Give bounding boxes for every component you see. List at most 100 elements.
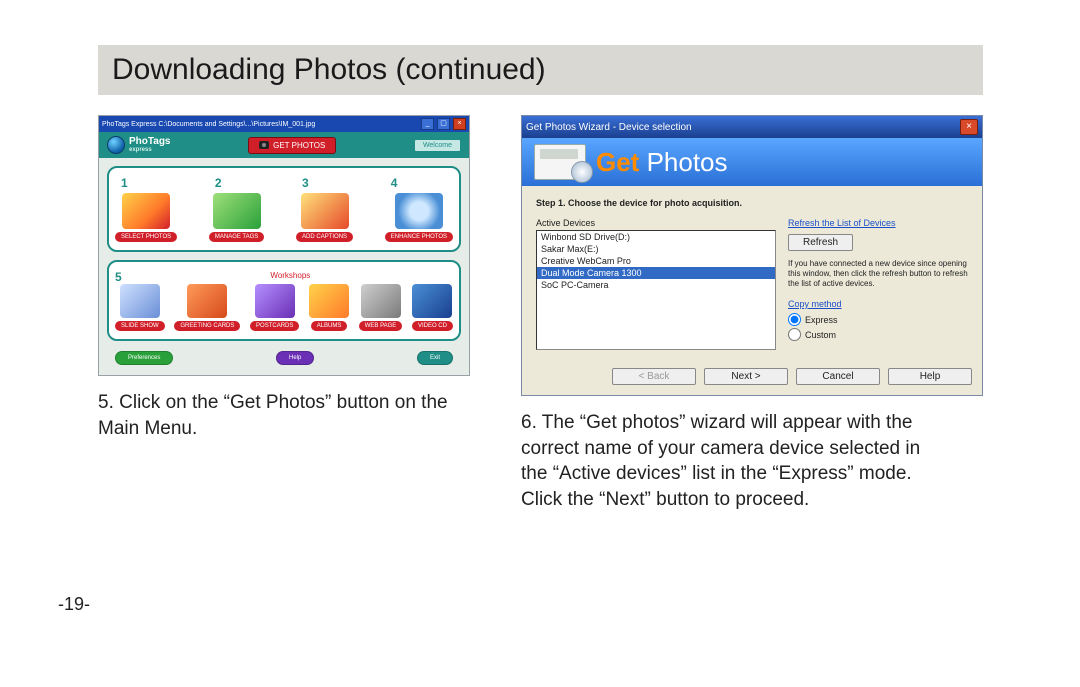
tile-number: 4 [391, 176, 398, 190]
workshop-tile[interactable]: POSTCARDS [250, 284, 299, 331]
left-column: PhoTags Express C:\Documents and Setting… [98, 115, 481, 513]
left-caption: 5. Click on the “Get Photos” button on t… [98, 390, 481, 441]
active-devices-label: Active Devices [536, 218, 774, 228]
tile-label: SLIDE SHOW [115, 321, 165, 331]
next-button[interactable]: Next > [704, 368, 788, 385]
logo-text-1: PhoTags [129, 137, 170, 147]
minimize-icon[interactable]: _ [421, 118, 434, 130]
tile-icon [255, 284, 295, 318]
back-button[interactable]: < Back [612, 368, 696, 385]
banner-title: Get Photos [596, 147, 728, 178]
banner-get: Get [596, 147, 639, 177]
tile-label: VIDEO CD [412, 321, 453, 331]
device-list-item[interactable]: Creative WebCam Pro [537, 255, 775, 267]
page-title-bar: Downloading Photos (continued) [98, 45, 983, 95]
phostags-logo: PhoTags express [107, 136, 170, 154]
menu-tile[interactable]: 3 ADD CAPTIONS [296, 176, 353, 242]
right-caption: 6. The “Get photos” wizard will appear w… [521, 410, 941, 513]
tile-icon [361, 284, 401, 318]
content-columns: PhoTags Express C:\Documents and Setting… [98, 115, 983, 513]
cancel-button[interactable]: Cancel [796, 368, 880, 385]
tile-number: 3 [302, 176, 309, 190]
preferences-button[interactable]: Preferences [115, 351, 173, 365]
tile-number: 2 [215, 176, 222, 190]
tile-label: SELECT PHOTOS [115, 232, 177, 242]
tile-label: ALBUMS [311, 321, 348, 331]
copy-method-group: Copy method Express Custom [788, 299, 968, 341]
tile-icon [301, 193, 349, 229]
workshop-tile[interactable]: VIDEO CD [412, 284, 453, 331]
tile-icon [395, 193, 443, 229]
help-button[interactable]: Help [276, 351, 314, 365]
step-label: Step 1. Choose the device for photo acqu… [536, 198, 968, 208]
tile-icon [120, 284, 160, 318]
workshop-tile[interactable]: WEB PAGE [359, 284, 403, 331]
radio-custom-label: Custom [805, 330, 836, 340]
get-photos-label: GET PHOTOS [273, 141, 325, 150]
device-list-item[interactable]: Winbond SD Drive(D:) [537, 231, 775, 243]
app-header: PhoTags express GET PHOTOS Welcome [99, 132, 469, 158]
wizard-title-text: Get Photos Wizard - Device selection [526, 122, 692, 133]
help-button[interactable]: Help [888, 368, 972, 385]
device-list-item[interactable]: SoC PC-Camera [537, 279, 775, 291]
devices-column: Active Devices Winbond SD Drive(D:)Sakar… [536, 218, 774, 350]
radio-express-input[interactable] [788, 313, 801, 326]
menu-tile[interactable]: 1 SELECT PHOTOS [115, 176, 177, 242]
tile-icon [412, 284, 452, 318]
refresh-link[interactable]: Refresh the List of Devices [788, 218, 968, 228]
close-icon[interactable]: × [453, 118, 466, 130]
tile-label: MANAGE TAGS [209, 232, 264, 242]
welcome-button[interactable]: Welcome [414, 139, 461, 152]
window-control-buttons[interactable]: _ ▢ × [420, 118, 466, 130]
menu-tile[interactable]: 2 MANAGE TAGS [209, 176, 264, 242]
active-devices-list[interactable]: Winbond SD Drive(D:)Sakar Max(E:)Creativ… [536, 230, 776, 350]
workshop-tile[interactable]: GREETING CARDS [174, 284, 240, 331]
workshop-tile[interactable]: SLIDE SHOW [115, 284, 165, 331]
tile-icon [213, 193, 261, 229]
tile-label: GREETING CARDS [174, 321, 240, 331]
radio-express[interactable]: Express [788, 313, 968, 326]
tile-label: ADD CAPTIONS [296, 232, 353, 242]
menu-tile[interactable]: 4 ENHANCE PHOTOS [385, 176, 453, 242]
radio-custom[interactable]: Custom [788, 328, 968, 341]
window-title-text: PhoTags Express C:\Documents and Setting… [102, 121, 315, 128]
wizard-window: Get Photos Wizard - Device selection × G… [521, 115, 983, 396]
maximize-icon[interactable]: ▢ [437, 118, 450, 130]
scanner-icon [534, 144, 586, 180]
section-title: Workshops [128, 271, 453, 280]
tile-number: 1 [121, 176, 128, 190]
tile-icon [122, 193, 170, 229]
tile-label: WEB PAGE [359, 321, 403, 331]
wizard-body: Step 1. Choose the device for photo acqu… [522, 186, 982, 362]
workshop-tile[interactable]: ALBUMS [309, 284, 349, 331]
globe-icon [107, 136, 125, 154]
page-number: -19- [58, 594, 90, 615]
app-body: 1 SELECT PHOTOS 2 MANAGE TAGS 3 ADD CAPTIO… [99, 158, 469, 375]
tile-label: POSTCARDS [250, 321, 299, 331]
radio-custom-input[interactable] [788, 328, 801, 341]
wizard-titlebar: Get Photos Wizard - Device selection × [522, 116, 982, 138]
device-list-item[interactable]: Dual Mode Camera 1300 [537, 267, 775, 279]
section-workshops: 5 Workshops SLIDE SHOW GREETING CARDS PO… [107, 260, 461, 341]
right-column: Get Photos Wizard - Device selection × G… [521, 115, 983, 513]
window-titlebar: PhoTags Express C:\Documents and Setting… [99, 116, 469, 132]
tile-label: ENHANCE PHOTOS [385, 232, 453, 242]
get-photos-button[interactable]: GET PHOTOS [248, 137, 336, 154]
tile-icon [187, 284, 227, 318]
banner-photos: Photos [639, 147, 727, 177]
section-number: 5 [115, 270, 122, 284]
wizard-banner: Get Photos [522, 138, 982, 186]
copy-method-label: Copy method [788, 299, 968, 309]
refresh-hint: If you have connected a new device since… [788, 259, 968, 289]
bottom-buttons: Preferences Help Exit [107, 349, 461, 367]
close-icon[interactable]: × [960, 119, 978, 135]
phostags-window: PhoTags Express C:\Documents and Setting… [98, 115, 470, 376]
refresh-button[interactable]: Refresh [788, 234, 853, 251]
section-top: 1 SELECT PHOTOS 2 MANAGE TAGS 3 ADD CAPTIO… [107, 166, 461, 252]
wizard-footer: < Back Next > Cancel Help [522, 362, 982, 395]
radio-express-label: Express [805, 315, 838, 325]
device-list-item[interactable]: Sakar Max(E:) [537, 243, 775, 255]
exit-button[interactable]: Exit [417, 351, 453, 365]
refresh-column: Refresh the List of Devices Refresh If y… [788, 218, 968, 350]
camera-icon [259, 141, 269, 149]
